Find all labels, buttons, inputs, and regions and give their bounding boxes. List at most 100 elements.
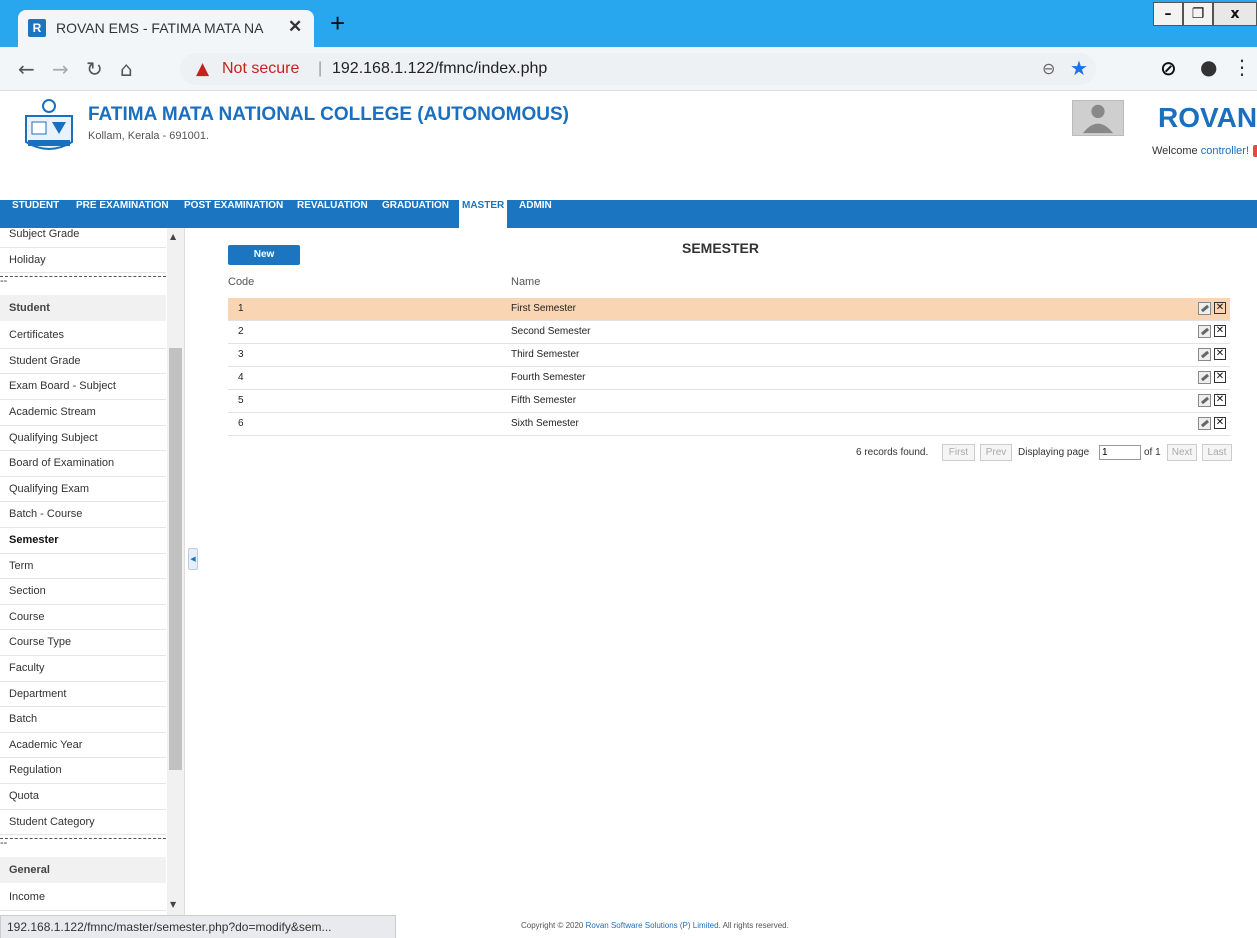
user-photo-icon	[1072, 100, 1124, 136]
column-header-name[interactable]: Name	[511, 276, 540, 288]
cell-name: First Semester	[511, 303, 577, 314]
profile-icon[interactable]: ●	[1200, 55, 1217, 79]
delete-icon[interactable]: ✕	[1214, 325, 1226, 337]
welcome-text: Welcome controller!	[1152, 145, 1257, 158]
reload-icon[interactable]: ↻	[86, 57, 103, 81]
table-row[interactable]: 2 Second Semester ✕	[228, 321, 1230, 344]
menu-pre-examination[interactable]: PRE EXAMINATION	[76, 200, 169, 228]
sidebar-item-subject-grade[interactable]: Subject Grade	[9, 228, 79, 240]
pager-last-button[interactable]: Last	[1202, 444, 1232, 461]
cell-code: 2	[238, 326, 244, 337]
back-icon[interactable]: ←	[18, 57, 35, 81]
sidebar-item-student-category[interactable]: Student Category	[9, 816, 95, 828]
sidebar-item-section[interactable]: Section	[9, 585, 46, 597]
sidebar-item-quota[interactable]: Quota	[9, 790, 39, 802]
table-row[interactable]: 1 First Semester ✕	[228, 298, 1230, 321]
pager-first-button[interactable]: First	[942, 444, 975, 461]
close-tab-icon[interactable]: ✕	[288, 17, 302, 37]
sidebar-list: Subject Grade Holiday -- Student Certificate…	[0, 228, 166, 915]
edit-icon[interactable]	[1198, 417, 1211, 430]
security-label[interactable]: Not secure	[222, 60, 299, 78]
sidebar-divider	[0, 373, 166, 375]
minimize-button[interactable]: –	[1153, 2, 1183, 26]
extension-icon[interactable]: ⊘	[1160, 56, 1177, 80]
table-header: Code Name	[228, 268, 1230, 298]
sidebar-divider	[0, 347, 166, 349]
delete-icon[interactable]: ✕	[1214, 417, 1226, 429]
bookmark-star-icon[interactable]: ★	[1070, 56, 1088, 80]
pager-next-button[interactable]: Next	[1167, 444, 1197, 461]
edit-icon[interactable]	[1198, 371, 1211, 384]
sidebar-divider	[0, 578, 166, 580]
menu-post-examination[interactable]: POST EXAMINATION	[184, 200, 283, 228]
pager-displaying-label: Displaying page	[1018, 447, 1090, 458]
sidebar-item-student-grade[interactable]: Student Grade	[9, 355, 81, 367]
sidebar-divider	[0, 757, 166, 759]
menu-icon[interactable]: ⋮	[1232, 55, 1252, 79]
menu-master[interactable]: MASTER	[459, 200, 508, 228]
sidebar-item-batch[interactable]: Batch	[9, 713, 37, 725]
sidebar-item-qualifying-subject[interactable]: Qualifying Subject	[9, 432, 98, 444]
address-bar[interactable]: ▲ Not secure | 192.168.1.122/fmnc/index.…	[180, 53, 1096, 85]
new-button[interactable]: New	[228, 245, 300, 265]
delete-icon[interactable]: ✕	[1214, 302, 1226, 314]
sidebar-scrollbar-thumb[interactable]	[169, 348, 182, 770]
sidebar-group-label: General	[9, 864, 50, 877]
sidebar-item-holiday[interactable]: Holiday	[9, 254, 46, 266]
cell-code: 6	[238, 418, 244, 429]
sidebar-item-course[interactable]: Course	[9, 611, 44, 623]
zoom-icon[interactable]: ⊖	[1042, 59, 1055, 78]
home-icon[interactable]: ⌂	[120, 57, 133, 81]
table-row[interactable]: 5 Fifth Semester ✕	[228, 390, 1230, 413]
scroll-down-icon[interactable]: ▼	[170, 900, 176, 909]
sidebar-item-certificates[interactable]: Certificates	[9, 329, 64, 341]
edit-icon[interactable]	[1198, 302, 1211, 315]
edit-icon[interactable]	[1198, 325, 1211, 338]
close-window-button[interactable]: x	[1213, 2, 1257, 26]
sidebar-item-academic-year[interactable]: Academic Year	[9, 739, 82, 751]
sidebar-item-course-type[interactable]: Course Type	[9, 636, 71, 648]
edit-icon[interactable]	[1198, 394, 1211, 407]
status-url: 192.168.1.122/fmnc/master/semester.php?d…	[7, 920, 332, 934]
sidebar-item-board-of-examination[interactable]: Board of Examination	[9, 457, 114, 469]
table-row[interactable]: 4 Fourth Semester ✕	[228, 367, 1230, 390]
app-header: FATIMA MATA NATIONAL COLLEGE (AUTONOMOUS…	[0, 92, 1257, 200]
sidebar-item-batch-course[interactable]: Batch - Course	[9, 508, 82, 520]
delete-icon[interactable]: ✕	[1214, 348, 1226, 360]
menu-student[interactable]: STUDENT	[12, 200, 59, 228]
table-row[interactable]: 6 Sixth Semester ✕	[228, 413, 1230, 436]
column-header-code[interactable]: Code	[228, 276, 254, 288]
browser-toolbar: ← → ↻ ⌂ ▲ Not secure | 192.168.1.122/fmn…	[0, 47, 1257, 91]
page-number-input[interactable]	[1099, 445, 1141, 460]
collapse-sidebar-icon[interactable]: ◀	[188, 548, 198, 570]
menu-graduation[interactable]: GRADUATION	[382, 200, 449, 228]
sidebar-item-term[interactable]: Term	[9, 560, 33, 572]
logout-icon[interactable]	[1253, 145, 1257, 158]
new-tab-button[interactable]: +	[330, 10, 345, 36]
sidebar-item-qualifying-exam[interactable]: Qualifying Exam	[9, 483, 89, 495]
delete-icon[interactable]: ✕	[1214, 371, 1226, 383]
sidebar-item-faculty[interactable]: Faculty	[9, 662, 44, 674]
maximize-button[interactable]: ❐	[1183, 2, 1213, 26]
sidebar-item-exam-board-subject[interactable]: Exam Board - Subject	[9, 380, 116, 392]
delete-icon[interactable]: ✕	[1214, 394, 1226, 406]
pager-prev-button[interactable]: Prev	[980, 444, 1012, 461]
username-link[interactable]: controller!	[1201, 145, 1249, 157]
sidebar-item-academic-stream[interactable]: Academic Stream	[9, 406, 96, 418]
browser-tab[interactable]: R ROVAN EMS - FATIMA MATA NA ✕	[18, 10, 314, 47]
copyright-text: Copyright © 2020 Rovan Software Solution…	[521, 921, 789, 930]
menu-admin[interactable]: ADMIN	[519, 200, 552, 228]
sidebar-item-department[interactable]: Department	[9, 688, 66, 700]
scroll-up-icon[interactable]: ▲	[170, 232, 176, 241]
forward-icon[interactable]: →	[52, 57, 69, 81]
company-link[interactable]: Rovan Software Solutions (P) Limited	[586, 921, 719, 930]
college-name: FATIMA MATA NATIONAL COLLEGE (AUTONOMOUS…	[88, 104, 569, 125]
sidebar-divider	[0, 501, 166, 503]
url-text[interactable]: 192.168.1.122/fmnc/index.php	[332, 60, 547, 78]
edit-icon[interactable]	[1198, 348, 1211, 361]
sidebar-item-income[interactable]: Income	[9, 891, 45, 903]
menu-revaluation[interactable]: REVALUATION	[297, 200, 368, 228]
table-row[interactable]: 3 Third Semester ✕	[228, 344, 1230, 367]
sidebar-item-semester[interactable]: Semester	[9, 534, 59, 546]
sidebar-item-regulation[interactable]: Regulation	[9, 764, 62, 776]
